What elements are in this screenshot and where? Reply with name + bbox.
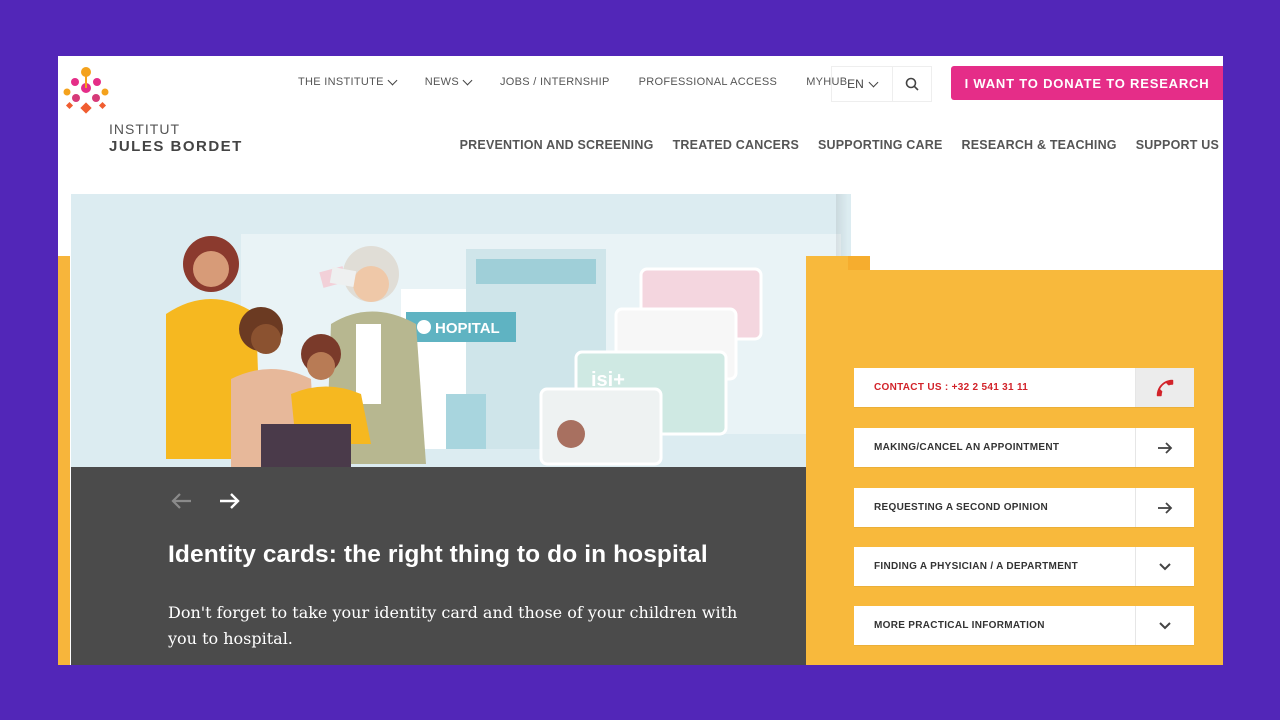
quick-link-label: MORE PRACTICAL INFORMATION [874,620,1045,631]
topnav-professional-access[interactable]: PROFESSIONAL ACCESS [639,76,778,88]
topnav-label: PROFESSIONAL ACCESS [638,76,778,88]
logo-text-institut: INSTITUT [109,121,180,137]
mainnav-supporting-care[interactable]: SUPPORTING CARE [818,138,943,152]
chevron-down-icon [1159,621,1171,629]
chevron-down-icon [462,75,473,85]
find-physician-button[interactable]: FINDING A PHYSICIAN / A DEPARTMENT [854,547,1194,586]
chevron-down-icon [387,75,398,85]
search-button[interactable] [892,66,932,102]
mainnav-support-us[interactable]: SUPPORT US [1136,138,1219,152]
left-accent-bar [58,256,70,665]
mainnav-research-teaching[interactable]: RESEARCH & TEACHING [962,138,1117,152]
hero-text: Don't forget to take your identity card … [168,603,738,648]
language-label: EN [847,77,864,91]
logo-text-name: JULES BORDET [109,138,243,155]
main-nav: PREVENTION AND SCREENING TREATED CANCERS… [460,138,1219,152]
quick-link-icon-box [1135,547,1194,586]
logo-mark-icon [63,67,109,114]
arrow-right-icon [220,493,240,509]
search-icon [905,77,919,91]
topnav-news[interactable]: NEWS [424,75,473,88]
carousel-prev-button[interactable] [171,493,193,514]
chevron-down-icon [1159,562,1171,570]
mainnav-prevention[interactable]: PREVENTION AND SCREENING [460,138,654,152]
quick-link-label: FINDING A PHYSICIAN / A DEPARTMENT [874,561,1079,572]
appointment-button[interactable]: MAKING/CANCEL AN APPOINTMENT [854,428,1194,467]
quick-link-label: CONTACT US : +32 2 541 31 11 [874,382,1029,393]
hero-illustration: HOPITAL isi+ [71,194,851,467]
hero-title[interactable]: Identity cards: the right thing to do in… [168,541,708,569]
topnav-label: NEWS [424,76,459,88]
phone-icon [1156,379,1174,396]
topnav-label: JOBS / INTERNSHIP [500,76,610,88]
logo[interactable]: INSTITUT JULES BORDET [61,66,251,155]
topnav-label: THE INSTITUTE [298,76,384,88]
more-info-button[interactable]: MORE PRACTICAL INFORMATION [854,606,1194,645]
quick-link-icon-box [1135,488,1194,527]
language-selector[interactable]: EN [831,66,893,102]
quick-link-label: REQUESTING A SECOND OPINION [874,502,1049,513]
page: INSTITUT JULES BORDET THE INSTITUTE NEWS… [58,56,1223,665]
hospital-sign: HOPITAL [435,320,500,337]
panel-tab-fold [848,256,870,271]
donate-button[interactable]: I WANT TO DONATE TO RESEARCH [951,66,1223,100]
arrow-right-icon [1158,441,1173,454]
carousel-next-button[interactable] [218,493,240,514]
contact-us-button[interactable]: CONTACT US : +32 2 541 31 11 [854,368,1194,407]
arrow-right-icon [1158,501,1173,514]
quick-link-icon-box [1135,368,1194,407]
top-nav: THE INSTITUTE NEWS JOBS / INTERNSHIP PRO… [298,75,876,88]
quick-link-icon-box [1135,606,1194,645]
topnav-jobs[interactable]: JOBS / INTERNSHIP [500,76,610,88]
quick-link-icon-box [1135,428,1194,467]
second-opinion-button[interactable]: REQUESTING A SECOND OPINION [854,488,1194,527]
arrow-left-icon [171,493,191,509]
quick-link-label: MAKING/CANCEL AN APPOINTMENT [874,442,1060,453]
chevron-down-icon [868,77,879,87]
mainnav-treated-cancers[interactable]: TREATED CANCERS [673,138,799,152]
topnav-the-institute[interactable]: THE INSTITUTE [298,75,398,88]
